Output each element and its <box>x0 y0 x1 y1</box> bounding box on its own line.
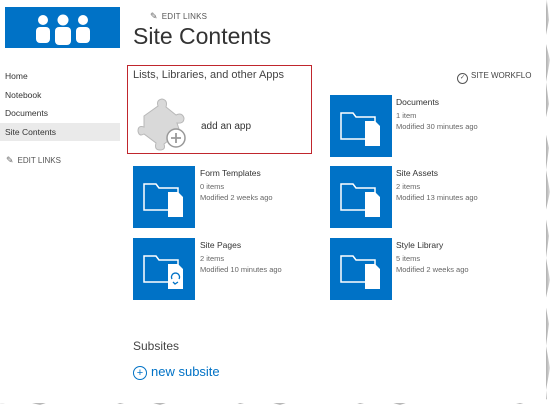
new-subsite-link[interactable]: + new subsite <box>133 364 220 380</box>
sharepoint-window: ✎ EDIT LINKS Site Contents Home Notebook … <box>0 0 546 403</box>
page-title: Site Contents <box>133 23 272 49</box>
pencil-icon: ✎ <box>150 11 158 21</box>
plus-circle-icon: + <box>133 366 147 380</box>
modified-time: Modified 10 minutes ago <box>200 265 282 274</box>
library-meta: 2 items Modified 13 minutes ago <box>396 181 478 203</box>
item-count: 5 items <box>396 254 421 263</box>
puzzle-icon[interactable] <box>136 96 190 157</box>
nav-item-site-contents[interactable]: Site Contents <box>0 122 120 141</box>
nav-item-documents[interactable]: Documents <box>0 104 120 123</box>
folder-icon <box>143 183 183 217</box>
torn-edge-bottom <box>0 396 555 414</box>
edit-links-top[interactable]: ✎ EDIT LINKS <box>150 11 207 22</box>
site-pages-tile[interactable] <box>133 238 195 300</box>
library-meta: 1 item Modified 30 minutes ago <box>396 110 478 132</box>
edit-links-nav[interactable]: ✎ EDIT LINKS <box>6 155 61 166</box>
nav-item-home[interactable]: Home <box>0 67 120 86</box>
library-name[interactable]: Documents <box>396 97 439 107</box>
pencil-icon: ✎ <box>6 155 14 165</box>
folder-icon <box>340 183 380 217</box>
library-meta: 2 items Modified 10 minutes ago <box>200 253 282 275</box>
site-logo[interactable] <box>5 7 120 48</box>
edit-links-label: EDIT LINKS <box>161 12 208 21</box>
library-meta: 0 items Modified 2 weeks ago <box>200 181 273 203</box>
form-templates-tile[interactable] <box>133 166 195 228</box>
library-meta: 5 items Modified 2 weeks ago <box>396 253 469 275</box>
site-workflows-link[interactable]: ✓ SITE WORKFLO <box>457 71 531 84</box>
add-app-link[interactable]: add an app <box>201 121 251 132</box>
modified-time: Modified 2 weeks ago <box>396 265 469 274</box>
modified-time: Modified 2 weeks ago <box>200 193 273 202</box>
torn-edge-right <box>544 0 555 410</box>
site-workflows-label: SITE WORKFLO <box>471 71 532 80</box>
new-subsite-label: new subsite <box>151 364 220 379</box>
check-circle-icon: ✓ <box>457 73 468 84</box>
documents-tile[interactable] <box>330 95 392 157</box>
modified-time: Modified 13 minutes ago <box>396 193 478 202</box>
library-name[interactable]: Style Library <box>396 240 443 250</box>
site-assets-tile[interactable] <box>330 166 392 228</box>
library-name[interactable]: Form Templates <box>200 168 261 178</box>
folder-recycle-icon <box>143 255 183 289</box>
item-count: 0 items <box>200 182 225 191</box>
item-count: 1 item <box>396 111 417 120</box>
library-name[interactable]: Site Assets <box>396 168 438 178</box>
library-name[interactable]: Site Pages <box>200 240 241 250</box>
edit-links-label: EDIT LINKS <box>17 156 61 165</box>
people-icon <box>36 14 90 45</box>
folder-icon <box>340 112 380 146</box>
folder-icon <box>340 255 380 289</box>
nav-item-notebook[interactable]: Notebook <box>0 86 120 105</box>
subsites-heading: Subsites <box>133 339 180 353</box>
left-nav: Home Notebook Documents Site Contents <box>0 67 120 141</box>
modified-time: Modified 30 minutes ago <box>396 122 478 131</box>
item-count: 2 items <box>200 254 225 263</box>
item-count: 2 items <box>396 182 421 191</box>
style-library-tile[interactable] <box>330 238 392 300</box>
